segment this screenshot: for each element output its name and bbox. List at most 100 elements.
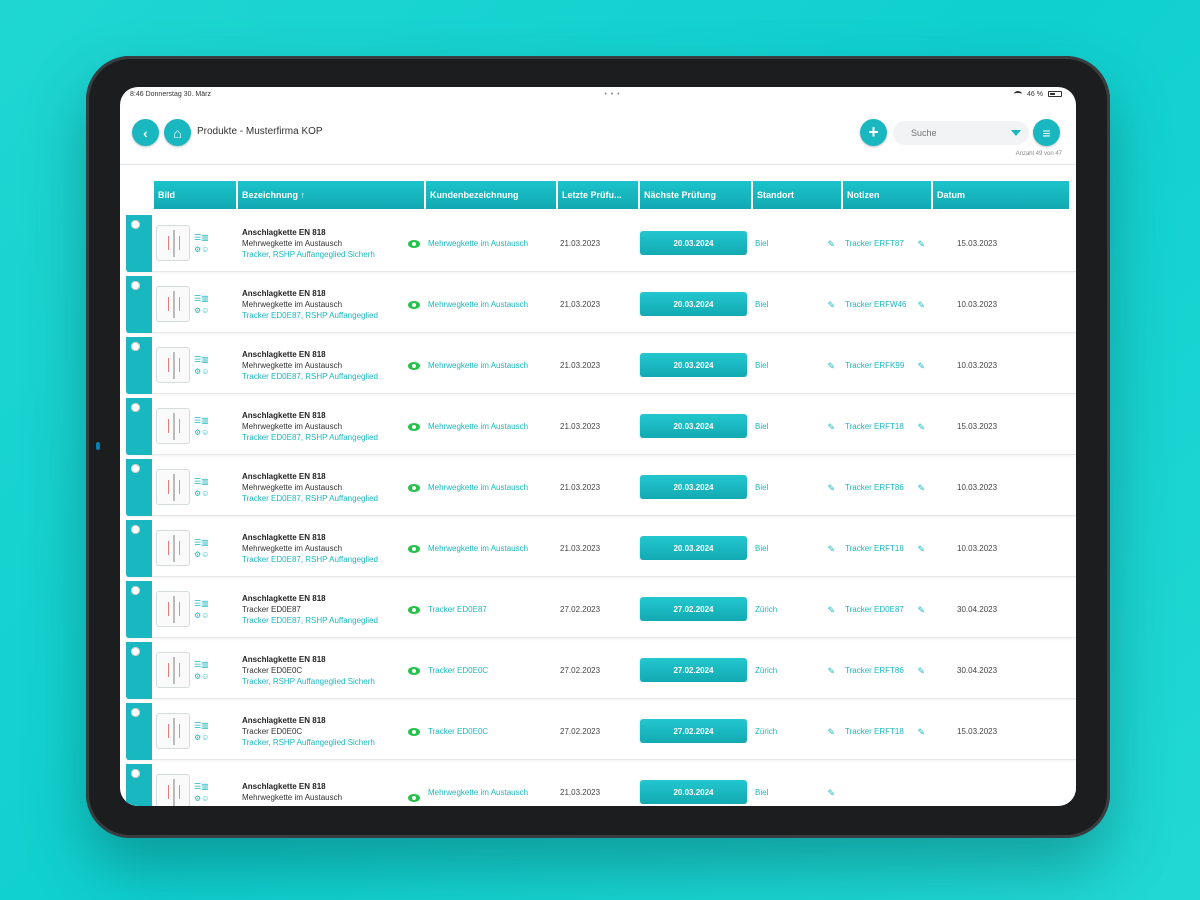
eye-icon[interactable] — [408, 605, 420, 614]
column-header-bild[interactable]: Bild — [154, 181, 236, 209]
naechste-pruefung-button[interactable]: 20.03.2024 — [640, 353, 747, 377]
naechste-pruefung-button[interactable]: 20.03.2024 — [640, 475, 747, 499]
row-select-tab[interactable] — [126, 275, 152, 333]
kundenbezeichnung-cell[interactable]: Mehrwegkette im Austausch — [424, 544, 556, 553]
standort-cell[interactable]: Biel ✎ — [751, 300, 841, 309]
table-row[interactable]: ☰▥ ⚙☺ Anschlagkette EN 818 Tracker ED0E0… — [126, 702, 1076, 760]
table-row[interactable]: ☰▥ ⚙☺ Anschlagkette EN 818 Tracker ED0E0… — [126, 641, 1076, 699]
kundenbezeichnung-cell[interactable]: Tracker ED0E0C — [424, 727, 556, 736]
standort-cell[interactable]: Biel ✎ — [751, 483, 841, 492]
eye-icon[interactable] — [408, 422, 420, 431]
search-input[interactable] — [911, 128, 1011, 138]
kundenbezeichnung-cell[interactable]: Mehrwegkette im Austausch — [424, 788, 556, 797]
eye-icon[interactable] — [408, 794, 420, 802]
column-header-standort[interactable]: Standort — [753, 181, 841, 209]
product-tags-link[interactable]: Tracker ED0E87, RSHP Auffangeglied — [242, 432, 424, 443]
row-select-tab[interactable] — [126, 336, 152, 394]
product-tags-link[interactable]: Tracker, RSHP Auffangeglied Sicherh — [242, 737, 424, 748]
kundenbezeichnung-cell[interactable]: Mehrwegkette im Austausch — [424, 361, 556, 370]
pencil-icon[interactable]: ✎ — [827, 788, 835, 797]
row-select-tab[interactable] — [126, 397, 152, 455]
eye-icon[interactable] — [408, 544, 420, 553]
product-tags-link[interactable]: Tracker ED0E87, RSHP Auffangeglied — [242, 554, 424, 565]
eye-icon[interactable] — [408, 300, 420, 309]
notizen-cell[interactable]: Tracker ERFT18 ✎ — [841, 544, 931, 553]
standort-cell[interactable]: Biel ✎ — [751, 239, 841, 248]
filter-icon[interactable] — [1011, 130, 1021, 136]
kundenbezeichnung-cell[interactable]: Mehrwegkette im Austausch — [424, 300, 556, 309]
notizen-cell[interactable]: Tracker ERFT18 ✎ — [841, 422, 931, 431]
table-row[interactable]: ☰▥ ⚙☺ Anschlagkette EN 818 Mehrwegkette … — [126, 336, 1076, 394]
product-thumbnail[interactable] — [156, 286, 190, 322]
kundenbezeichnung-cell[interactable]: Mehrwegkette im Austausch — [424, 483, 556, 492]
notizen-cell[interactable]: Tracker ERFT87 ✎ — [841, 239, 931, 248]
product-tags-link[interactable]: Tracker ED0E87, RSHP Auffangeglied — [242, 615, 424, 626]
product-thumbnail[interactable] — [156, 225, 190, 261]
kundenbezeichnung-cell[interactable]: Tracker ED0E87 — [424, 605, 556, 614]
pencil-icon[interactable]: ✎ — [827, 544, 835, 553]
product-tags-link[interactable]: Tracker ED0E87, RSHP Auffangeglied — [242, 310, 424, 321]
product-thumbnail[interactable] — [156, 774, 190, 806]
table-row[interactable]: ☰▥ ⚙☺ Anschlagkette EN 818 Mehrwegkette … — [126, 397, 1076, 455]
pencil-icon[interactable]: ✎ — [917, 422, 925, 431]
pencil-icon[interactable]: ✎ — [917, 544, 925, 553]
notizen-cell[interactable]: Tracker ED0E87 ✎ — [841, 605, 931, 614]
naechste-pruefung-button[interactable]: 27.02.2024 — [640, 719, 747, 743]
standort-cell[interactable]: Zürich ✎ — [751, 666, 841, 675]
table-row[interactable]: ☰▥ ⚙☺ Anschlagkette EN 818 Mehrwegkette … — [126, 519, 1076, 577]
row-select-tab[interactable] — [126, 641, 152, 699]
column-header-letzte-pruefung[interactable]: Letzte Prüfu... — [558, 181, 638, 209]
column-header-kundenbezeichnung[interactable]: Kundenbezeichnung — [426, 181, 556, 209]
product-thumbnail[interactable] — [156, 347, 190, 383]
row-select-tab[interactable] — [126, 519, 152, 577]
eye-icon[interactable] — [408, 239, 420, 248]
standort-cell[interactable]: Zürich ✎ — [751, 605, 841, 614]
standort-cell[interactable]: Zürich ✎ — [751, 727, 841, 736]
product-thumbnail[interactable] — [156, 408, 190, 444]
product-thumbnail[interactable] — [156, 591, 190, 627]
table-row[interactable]: ☰▥ ⚙☺ Anschlagkette EN 818 Mehrwegkette … — [126, 458, 1076, 516]
pencil-icon[interactable]: ✎ — [917, 727, 925, 736]
standort-cell[interactable]: Biel ✎ — [751, 422, 841, 431]
pencil-icon[interactable]: ✎ — [827, 239, 835, 248]
pencil-icon[interactable]: ✎ — [917, 605, 925, 614]
pencil-icon[interactable]: ✎ — [827, 605, 835, 614]
naechste-pruefung-button[interactable]: 27.02.2024 — [640, 658, 747, 682]
product-thumbnail[interactable] — [156, 713, 190, 749]
product-thumbnail[interactable] — [156, 469, 190, 505]
back-button[interactable]: ‹ — [132, 119, 159, 146]
row-select-tab[interactable] — [126, 702, 152, 760]
product-tags-link[interactable]: Tracker, RSHP Auffangeglied Sicherh — [242, 676, 424, 687]
eye-icon[interactable] — [408, 727, 420, 736]
menu-button[interactable]: ≡ — [1033, 119, 1060, 146]
naechste-pruefung-button[interactable]: 27.02.2024 — [640, 597, 747, 621]
multitask-dots[interactable]: • • • — [604, 91, 620, 98]
pencil-icon[interactable]: ✎ — [917, 300, 925, 309]
pencil-icon[interactable]: ✎ — [917, 239, 925, 248]
eye-icon[interactable] — [408, 483, 420, 492]
home-button[interactable]: ⌂ — [164, 119, 191, 146]
notizen-cell[interactable]: Tracker ERFT86 ✎ — [841, 483, 931, 492]
table-row[interactable]: ☰▥ ⚙☺ Anschlagkette EN 818 Mehrwegkette … — [126, 214, 1076, 272]
pencil-icon[interactable]: ✎ — [827, 483, 835, 492]
naechste-pruefung-button[interactable]: 20.03.2024 — [640, 780, 747, 804]
naechste-pruefung-button[interactable]: 20.03.2024 — [640, 414, 747, 438]
pencil-icon[interactable]: ✎ — [827, 666, 835, 675]
pencil-icon[interactable]: ✎ — [827, 300, 835, 309]
kundenbezeichnung-cell[interactable]: Tracker ED0E0C — [424, 666, 556, 675]
table-row[interactable]: ☰▥ ⚙☺ Anschlagkette EN 818 Mehrwegkette … — [126, 763, 1076, 806]
pencil-icon[interactable]: ✎ — [917, 483, 925, 492]
notizen-cell[interactable]: Tracker ERFT18 ✎ — [841, 727, 931, 736]
pencil-icon[interactable]: ✎ — [917, 666, 925, 675]
pencil-icon[interactable]: ✎ — [827, 361, 835, 370]
search-box[interactable] — [893, 121, 1029, 145]
pencil-icon[interactable]: ✎ — [827, 727, 835, 736]
product-tags-link[interactable]: Tracker ED0E87, RSHP Auffangeglied — [242, 371, 424, 382]
naechste-pruefung-button[interactable]: 20.03.2024 — [640, 292, 747, 316]
column-header-bezeichnung[interactable]: Bezeichnung ↑ — [238, 181, 424, 209]
column-header-datum[interactable]: Datum — [933, 181, 1069, 209]
kundenbezeichnung-cell[interactable]: Mehrwegkette im Austausch — [424, 239, 556, 248]
table-row[interactable]: ☰▥ ⚙☺ Anschlagkette EN 818 Tracker ED0E8… — [126, 580, 1076, 638]
product-tags-link[interactable]: Tracker ED0E87, RSHP Auffangeglied — [242, 493, 424, 504]
standort-cell[interactable]: Biel ✎ — [751, 544, 841, 553]
